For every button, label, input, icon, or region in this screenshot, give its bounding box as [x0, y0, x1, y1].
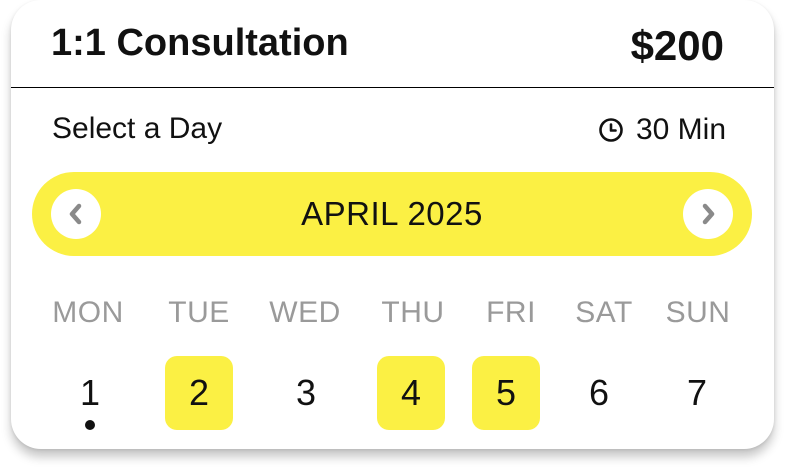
today-indicator	[85, 420, 95, 430]
day-cell[interactable]: 2	[165, 356, 233, 430]
weekday-wed: WED	[269, 296, 341, 329]
card-header: 1:1 Consultation $200	[11, 0, 774, 88]
day-cell[interactable]: 3	[272, 356, 340, 430]
day-number: 7	[686, 372, 708, 413]
weekday-sat: SAT	[575, 296, 633, 329]
day-number: 5	[495, 372, 517, 413]
day-number: 2	[188, 372, 210, 413]
day-number: 3	[295, 372, 317, 413]
duration-label: 30 Min	[635, 113, 726, 146]
weekday-fri: FRI	[486, 296, 536, 329]
day-cell[interactable]: 6	[565, 356, 633, 430]
duration-info: 30 Min	[598, 112, 726, 148]
day-cell[interactable]: 4	[377, 356, 445, 430]
booking-card: 1:1 Consultation $200 Select a Day 30 Mi…	[11, 0, 774, 449]
day-number: 6	[588, 372, 610, 413]
next-month-button[interactable]	[683, 189, 733, 239]
weekday-thu: THU	[381, 296, 445, 329]
select-day-label: Select a Day	[52, 112, 223, 145]
day-number: 4	[400, 372, 422, 413]
day-cell[interactable]: 1	[56, 356, 124, 430]
day-number: 1	[79, 372, 101, 413]
clock-icon	[599, 118, 623, 142]
chevron-right-icon	[702, 203, 715, 225]
month-navigator: APRIL 2025	[32, 172, 752, 256]
day-cell[interactable]: 7	[663, 356, 731, 430]
day-cell[interactable]: 5	[472, 356, 540, 430]
service-title: 1:1 Consultation	[51, 22, 349, 64]
service-price: $200	[630, 22, 724, 69]
weekday-sun: SUN	[665, 296, 731, 329]
month-label: APRIL 2025	[301, 195, 483, 232]
weekday-tue: TUE	[168, 296, 230, 329]
weekday-mon: MON	[52, 296, 124, 329]
